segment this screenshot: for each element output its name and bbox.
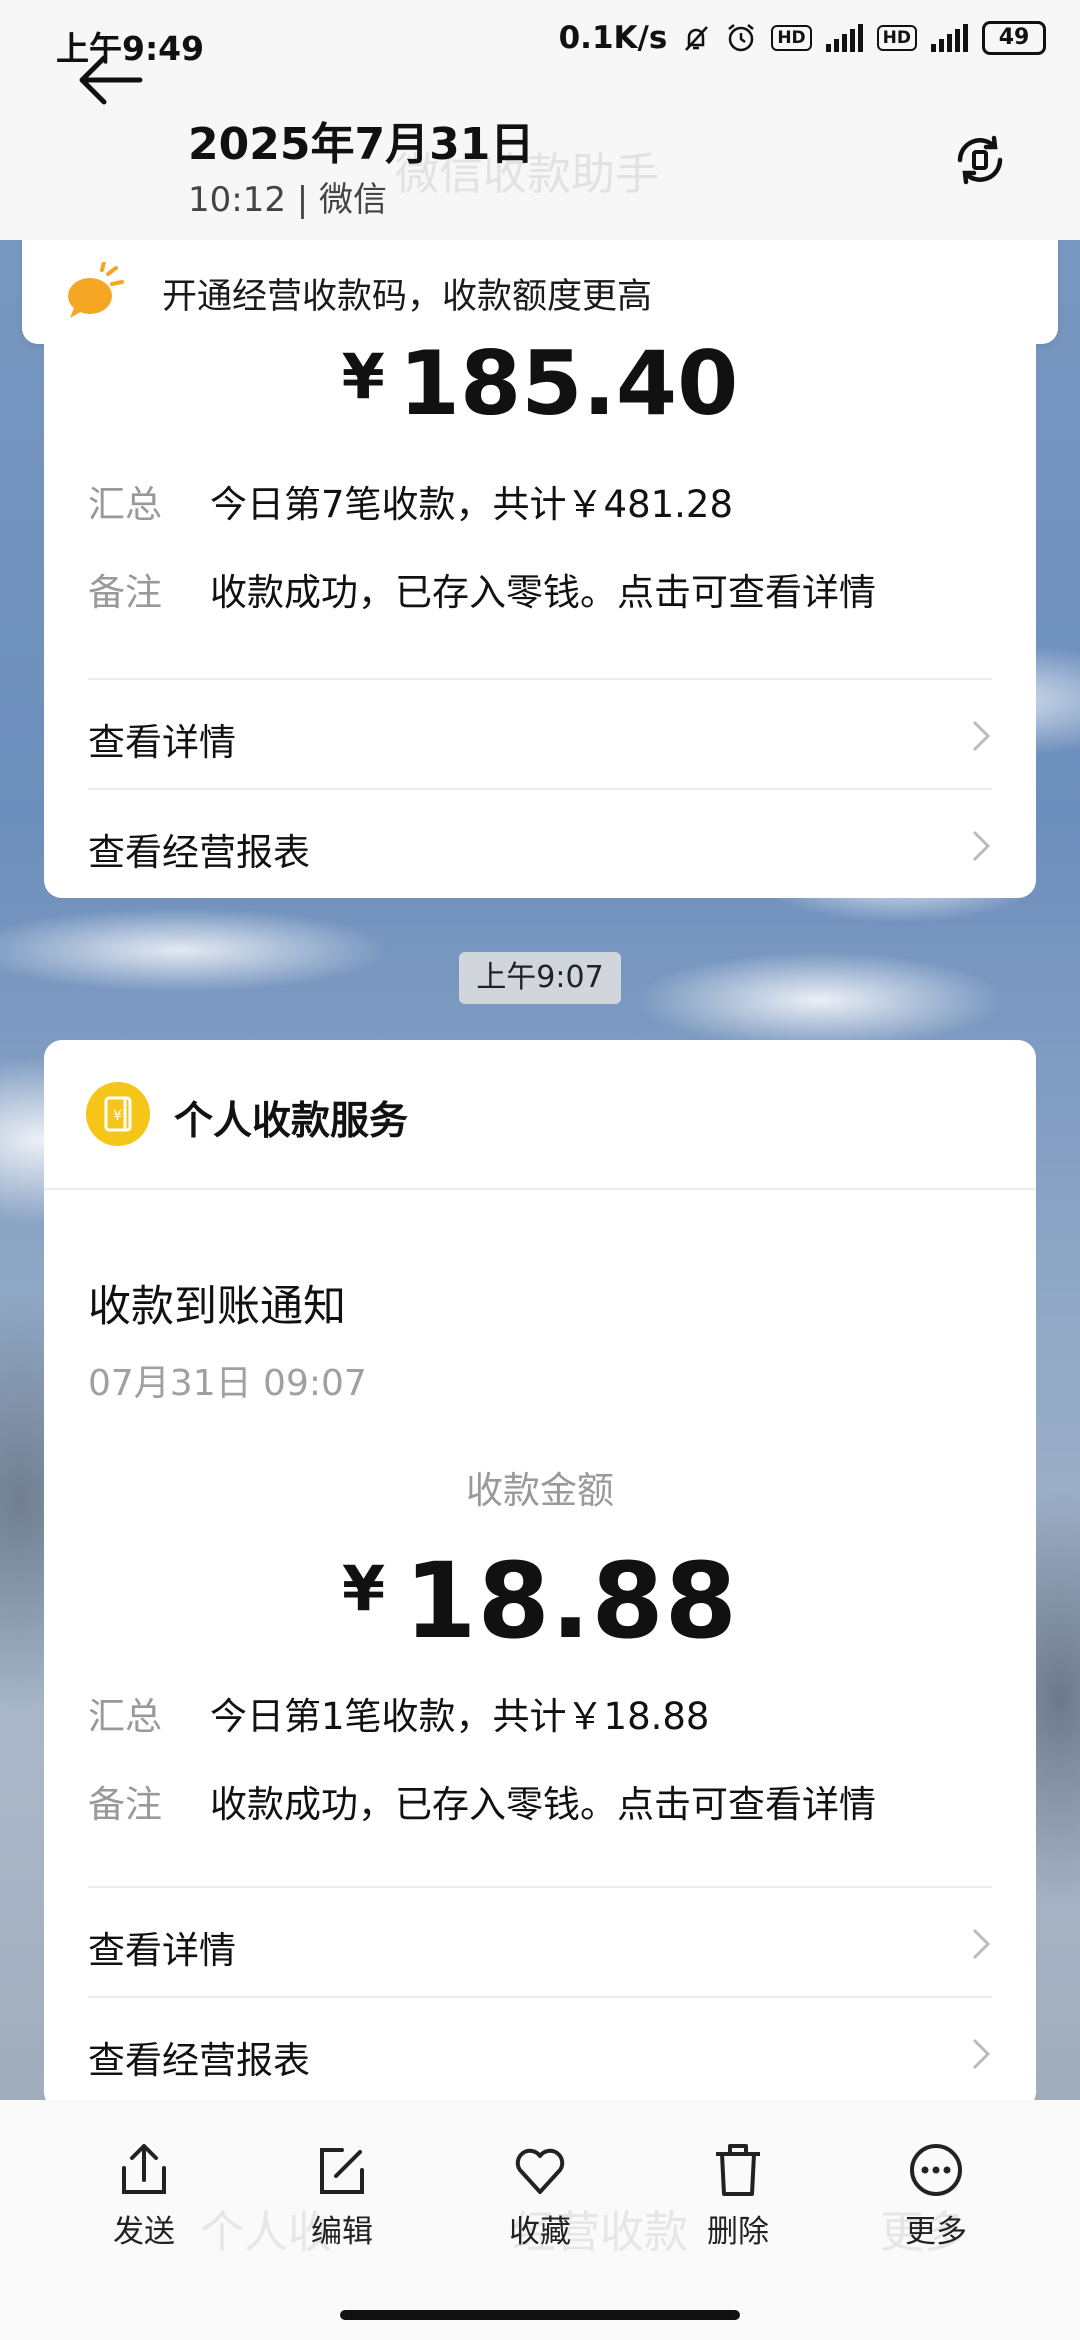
amount-display-1: ¥185.40: [44, 332, 1036, 435]
edit-label: 编辑: [311, 2214, 373, 2250]
back-arrow-icon[interactable]: [70, 40, 150, 120]
note-value: 收款成功，已存入零钱。点击可查看详情: [210, 1783, 876, 1826]
favorite-label: 收藏: [509, 2214, 571, 2250]
send-button[interactable]: 发送: [69, 2140, 219, 2251]
more-dots-icon: [910, 2144, 962, 2196]
heart-icon: [515, 2148, 565, 2194]
status-bar: 上午9:49 0.1K/s HD HD 49: [0, 0, 1080, 90]
view-report-link[interactable]: 查看经营报表: [88, 794, 992, 894]
view-details-link[interactable]: 查看详情: [88, 1892, 992, 1992]
signal-4g-icon-2: [931, 24, 968, 52]
edit-button[interactable]: 编辑: [267, 2140, 417, 2251]
favorite-button[interactable]: 收藏: [465, 2140, 615, 2251]
view-details-link[interactable]: 查看详情: [88, 684, 992, 784]
summary-label: 汇总: [88, 483, 162, 526]
delete-label: 删除: [707, 2214, 769, 2250]
note-label: 备注: [88, 571, 162, 614]
view-report-link[interactable]: 查看经营报表: [88, 2002, 992, 2102]
rotate-screen-icon[interactable]: [950, 130, 1010, 190]
link-label: 查看详情: [88, 721, 236, 764]
payment-card-2[interactable]: ¥ 个人收款服务 收款到账通知 07月31日 09:07 收款金额 ¥18.88…: [44, 1040, 1036, 2110]
banner-text: 开通经营收款码，收款额度更高: [162, 277, 653, 317]
service-title: 个人收款服务: [174, 1099, 409, 1144]
summary-value: 今日第1笔收款，共计￥18.88: [210, 1695, 710, 1738]
net-speed: 0.1K/s: [558, 20, 668, 56]
amount-value: 18.88: [404, 1540, 739, 1662]
payment-card-1[interactable]: ¥185.40 汇总 今日第7笔收款，共计￥481.28 备注 收款成功，已存入…: [44, 332, 1036, 898]
send-label: 发送: [113, 2214, 175, 2250]
divider: [88, 1886, 992, 1888]
status-icons: 0.1K/s HD HD 49: [559, 20, 1046, 56]
summary-value: 今日第7笔收款，共计￥481.28: [210, 483, 734, 526]
chevron-right-icon: [972, 2038, 991, 2070]
notification-date: 07月31日 09:07: [88, 1363, 367, 1404]
home-indicator[interactable]: [340, 2310, 740, 2320]
page-subtitle: 10:12 | 微信: [188, 180, 388, 220]
promo-banner[interactable]: 开通经营收款码，收款额度更高: [22, 240, 1058, 344]
page-title: 2025年7月31日: [188, 119, 535, 170]
message-timestamp: 上午9:07: [459, 952, 621, 1004]
note-value: 收款成功，已存入零钱。点击可查看详情: [210, 571, 876, 614]
chevron-right-icon: [972, 720, 991, 752]
alarm-icon: [728, 24, 755, 52]
amount-display-2: ¥18.88: [44, 1540, 1036, 1662]
link-label: 查看经营报表: [88, 2039, 310, 2082]
divider: [88, 788, 992, 790]
currency-symbol: ¥: [341, 1552, 387, 1625]
hd-badge-2: HD: [876, 25, 917, 51]
battery-icon: 49: [982, 21, 1046, 55]
divider: [44, 1188, 1036, 1190]
chevron-right-icon: [972, 830, 991, 862]
hd-badge-1: HD: [771, 25, 812, 51]
chat-bubble-icon: [68, 262, 124, 318]
link-label: 查看详情: [88, 1929, 236, 1972]
summary-label: 汇总: [88, 1695, 162, 1738]
note-label: 备注: [88, 1783, 162, 1826]
delete-button[interactable]: 删除: [663, 2140, 813, 2251]
notification-title: 收款到账通知: [88, 1282, 346, 1332]
amount-label: 收款金额: [466, 1469, 614, 1512]
chevron-right-icon: [972, 1928, 991, 1960]
more-button[interactable]: 更多: [861, 2140, 1011, 2251]
svg-text:¥: ¥: [113, 1108, 122, 1124]
trash-icon: [716, 2144, 760, 2196]
wallet-icon: ¥: [86, 1082, 150, 1146]
link-label: 查看经营报表: [88, 831, 310, 874]
more-label: 更多: [905, 2214, 967, 2250]
divider: [88, 1996, 992, 1998]
amount-value: 185.40: [398, 332, 739, 435]
signal-4g-icon-1: [825, 24, 863, 52]
share-icon: [122, 2144, 166, 2194]
currency-symbol: ¥: [341, 340, 385, 413]
divider: [88, 678, 992, 680]
mute-bell-icon: [685, 26, 709, 51]
edit-icon: [320, 2148, 364, 2194]
